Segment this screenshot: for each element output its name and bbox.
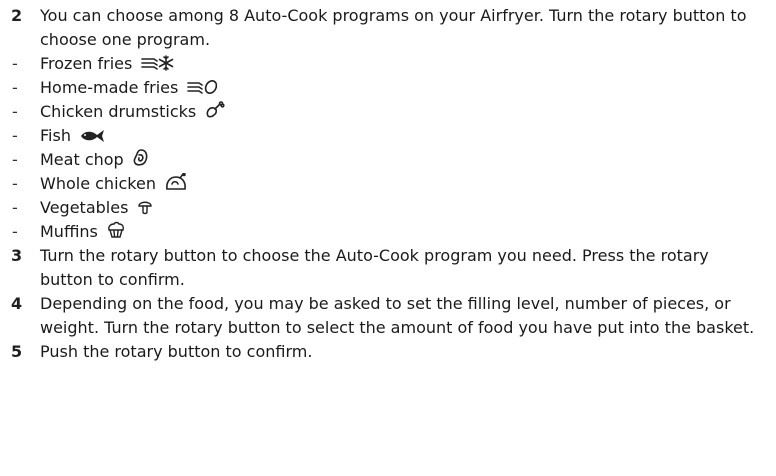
program-item-fish: - Fish <box>0 124 776 148</box>
program-label: Home-made fries <box>40 78 179 97</box>
step-4: 4 Depending on the food, you may be aske… <box>0 292 776 340</box>
program-item-frozen-fries: - Frozen fries <box>0 52 776 76</box>
program-label: Whole chicken <box>40 174 156 193</box>
manual-page: 2 You can choose among 8 Auto-Cook progr… <box>0 0 776 476</box>
step-5: 5 Push the rotary button to confirm. <box>0 340 776 364</box>
homemade-fries-icon <box>187 79 219 95</box>
frozen-fries-icon <box>141 55 175 71</box>
mushroom-icon <box>137 199 152 215</box>
drumstick-icon <box>205 101 225 119</box>
step-text: Turn the rotary button to choose the Aut… <box>40 246 709 289</box>
program-item-homemade-fries: - Home-made fries <box>0 76 776 100</box>
program-item-drumsticks: - Chicken drumsticks <box>0 100 776 124</box>
bullet-dash: - <box>12 150 18 169</box>
step-text: You can choose among 8 Auto-Cook program… <box>40 6 747 49</box>
step-text: Depending on the food, you may be asked … <box>40 294 755 337</box>
step-text: Push the rotary button to confirm. <box>40 342 313 361</box>
program-label: Fish <box>40 126 71 145</box>
fish-icon <box>80 129 106 143</box>
step-number: 3 <box>11 246 23 265</box>
program-label: Muffins <box>40 222 98 241</box>
whole-chicken-icon <box>165 173 187 191</box>
program-item-muffins: - Muffins <box>0 220 776 244</box>
program-item-meat-chop: - Meat chop <box>0 148 776 172</box>
bullet-dash: - <box>12 174 18 193</box>
program-item-vegetables: - Vegetables <box>0 196 776 220</box>
program-label: Vegetables <box>40 198 129 217</box>
step-number: 5 <box>11 342 23 361</box>
meat-chop-icon <box>133 149 149 167</box>
bullet-dash: - <box>12 126 18 145</box>
step-number: 2 <box>11 6 23 25</box>
bullet-dash: - <box>12 54 18 73</box>
bullet-dash: - <box>12 78 18 97</box>
program-label: Chicken drumsticks <box>40 102 197 121</box>
step-3: 3 Turn the rotary button to choose the A… <box>0 244 776 292</box>
program-item-whole-chicken: - Whole chicken <box>0 172 776 196</box>
program-label: Meat chop <box>40 150 124 169</box>
bullet-dash: - <box>12 222 18 241</box>
step-2: 2 You can choose among 8 Auto-Cook progr… <box>0 4 776 52</box>
step-number: 4 <box>11 294 23 313</box>
bullet-dash: - <box>12 102 18 121</box>
bullet-dash: - <box>12 198 18 217</box>
program-label: Frozen fries <box>40 54 133 73</box>
muffin-icon <box>107 221 125 239</box>
